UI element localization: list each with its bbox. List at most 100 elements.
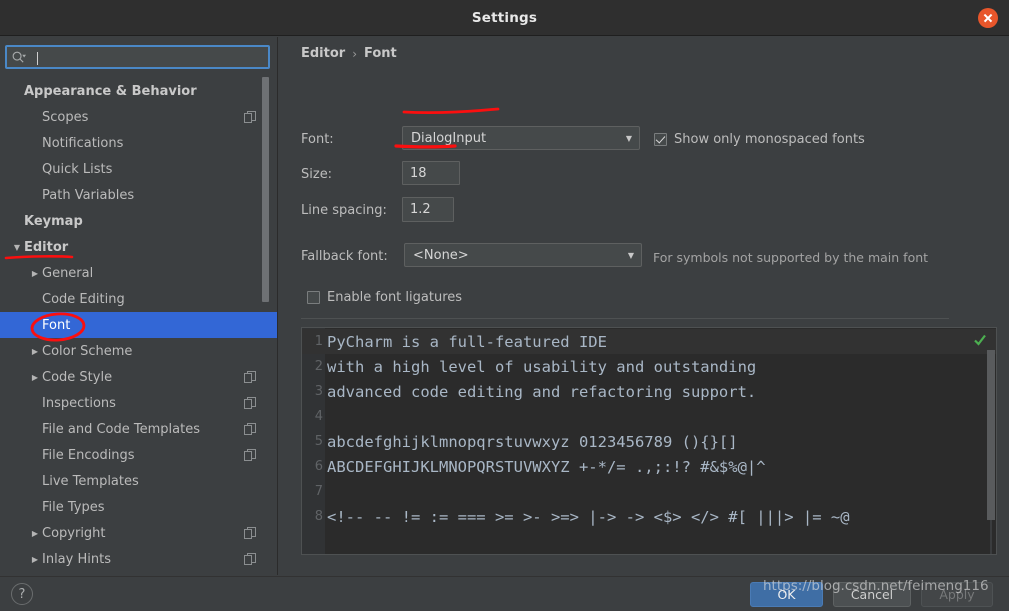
show-monospaced-checkbox[interactable]: Show only monospaced fonts: [654, 132, 865, 147]
sidebar-item-label: Code Style: [42, 370, 258, 385]
breadcrumb: Editor › Font: [301, 46, 397, 61]
font-preview-editor[interactable]: 1PyCharm is a full-featured IDE2with a h…: [301, 327, 997, 555]
sidebar-item-font[interactable]: Font: [0, 312, 278, 338]
tree-indent-spacer: [28, 104, 42, 130]
breadcrumb-current: Font: [364, 46, 397, 61]
sidebar-item-label: Quick Lists: [42, 162, 258, 177]
sidebar-item-label: Appearance & Behavior: [24, 84, 258, 99]
search-icon: [7, 46, 29, 68]
sidebar-item-scopes[interactable]: Scopes: [0, 104, 278, 130]
green-check-icon: [973, 332, 987, 346]
chevron-down-icon[interactable]: ▼: [10, 234, 24, 260]
line-number: 7: [302, 484, 325, 499]
sidebar-item-live-templates[interactable]: Live Templates: [0, 468, 278, 494]
sidebar-item-editor[interactable]: ▼Editor: [0, 234, 278, 260]
sidebar-item-label: Keymap: [24, 214, 258, 229]
sidebar-item-appearance-behavior[interactable]: Appearance & Behavior: [0, 78, 278, 104]
sidebar-item-notifications[interactable]: Notifications: [0, 130, 278, 156]
sidebar-item-code-style[interactable]: ▶Code Style: [0, 364, 278, 390]
sidebar-item-file-types[interactable]: File Types: [0, 494, 278, 520]
close-icon[interactable]: [978, 8, 998, 28]
sidebar-item-label: Font: [42, 318, 258, 333]
section-divider: [301, 318, 949, 319]
line-text: advanced code editing and refactoring su…: [325, 383, 756, 401]
sidebar-item-keymap[interactable]: Keymap: [0, 208, 278, 234]
line-number: 1: [302, 334, 325, 349]
breadcrumb-parent[interactable]: Editor: [301, 46, 345, 61]
copy-settings-icon[interactable]: [244, 527, 256, 539]
line-text: ABCDEFGHIJKLMNOPQRSTUVWXYZ +-*/= .,;:!? …: [325, 458, 766, 476]
enable-ligatures-label: Enable font ligatures: [327, 290, 462, 305]
sidebar-item-inlay-hints[interactable]: ▶Inlay Hints: [0, 546, 278, 572]
editor-scrollbar-thumb[interactable]: [987, 350, 995, 520]
fallback-font-hint: For symbols not supported by the main fo…: [653, 250, 928, 265]
chevron-right-icon[interactable]: ▶: [28, 260, 42, 286]
fallback-font-value: <None>: [405, 248, 621, 263]
apply-button[interactable]: Apply: [921, 582, 993, 607]
sidebar-item-label: Inlay Hints: [42, 552, 258, 567]
cancel-button[interactable]: Cancel: [833, 582, 911, 607]
title-bar: Settings: [0, 0, 1009, 36]
sidebar-item-file-encodings[interactable]: File Encodings: [0, 442, 278, 468]
settings-sidebar: Appearance & Behavior Scopes Notifications…: [0, 37, 278, 575]
size-label: Size:: [301, 167, 332, 182]
ok-button[interactable]: OK: [750, 582, 823, 607]
sidebar-item-general[interactable]: ▶General: [0, 260, 278, 286]
chevron-right-icon[interactable]: ▶: [28, 338, 42, 364]
sidebar-item-label: File Encodings: [42, 448, 258, 463]
copy-settings-icon[interactable]: [244, 111, 256, 123]
font-size-field[interactable]: 18: [402, 161, 460, 185]
show-monospaced-label: Show only monospaced fonts: [674, 132, 865, 147]
copy-settings-icon[interactable]: [244, 449, 256, 461]
sidebar-scrollbar-thumb[interactable]: [262, 77, 269, 302]
cancel-label: Cancel: [851, 587, 893, 602]
sidebar-item-label: File and Code Templates: [42, 422, 258, 437]
font-family-select[interactable]: DialogInput ▼: [402, 126, 640, 150]
settings-dialog: Settings Appearance & Behavior Scopes Noti…: [0, 0, 1009, 611]
sidebar-item-label: Live Templates: [42, 474, 258, 489]
font-size-value: 18: [410, 166, 427, 181]
copy-settings-icon[interactable]: [244, 553, 256, 565]
tree-indent-spacer: [28, 130, 42, 156]
search-input[interactable]: [5, 45, 270, 69]
preview-line: 6ABCDEFGHIJKLMNOPQRSTUVWXYZ +-*/= .,;:!?…: [302, 454, 996, 479]
sidebar-item-file-and-code-templates[interactable]: File and Code Templates: [0, 416, 278, 442]
line-spacing-field[interactable]: 1.2: [402, 197, 454, 222]
preview-line: 4: [302, 404, 996, 429]
enable-ligatures-checkbox[interactable]: Enable font ligatures: [307, 290, 462, 305]
preview-line: 1PyCharm is a full-featured IDE: [302, 329, 996, 354]
ok-label: OK: [777, 587, 795, 602]
sidebar-item-copyright[interactable]: ▶Copyright: [0, 520, 278, 546]
chevron-right-icon[interactable]: ▶: [28, 520, 42, 546]
tree-indent-spacer: [28, 416, 42, 442]
sidebar-item-inspections[interactable]: Inspections: [0, 390, 278, 416]
sidebar-item-path-variables[interactable]: Path Variables: [0, 182, 278, 208]
sidebar-item-label: Notifications: [42, 136, 258, 151]
tree-indent-spacer: [28, 182, 42, 208]
chevron-right-icon[interactable]: ▶: [28, 364, 42, 390]
text-caret: [37, 52, 38, 65]
help-button[interactable]: ?: [11, 583, 33, 605]
line-spacing-value: 1.2: [410, 202, 431, 217]
preview-code-lines: 1PyCharm is a full-featured IDE2with a h…: [302, 329, 996, 529]
sidebar-item-label: Editor: [24, 240, 258, 255]
fallback-font-select[interactable]: <None> ▼: [404, 243, 642, 267]
copy-settings-icon[interactable]: [244, 423, 256, 435]
line-spacing-label: Line spacing:: [301, 203, 387, 218]
line-text: <!-- -- != := === >= >- >=> |-> -> <$> <…: [325, 508, 850, 526]
copy-settings-icon[interactable]: [244, 397, 256, 409]
copy-settings-icon[interactable]: [244, 371, 256, 383]
preview-line: 3advanced code editing and refactoring s…: [302, 379, 996, 404]
window-title: Settings: [0, 0, 1009, 36]
sidebar-item-label: General: [42, 266, 258, 281]
preview-line: 5abcdefghijklmnopqrstuvwxyz 0123456789 (…: [302, 429, 996, 454]
chevron-down-icon: ▼: [619, 134, 639, 143]
apply-label: Apply: [939, 587, 974, 602]
editor-scrollbar-track[interactable]: [990, 520, 992, 555]
sidebar-item-color-scheme[interactable]: ▶Color Scheme: [0, 338, 278, 364]
chevron-right-icon[interactable]: ▶: [28, 546, 42, 572]
fallback-font-label: Fallback font:: [301, 249, 388, 264]
sidebar-item-quick-lists[interactable]: Quick Lists: [0, 156, 278, 182]
sidebar-scrollbar[interactable]: [266, 57, 273, 534]
sidebar-item-code-editing[interactable]: Code Editing: [0, 286, 278, 312]
